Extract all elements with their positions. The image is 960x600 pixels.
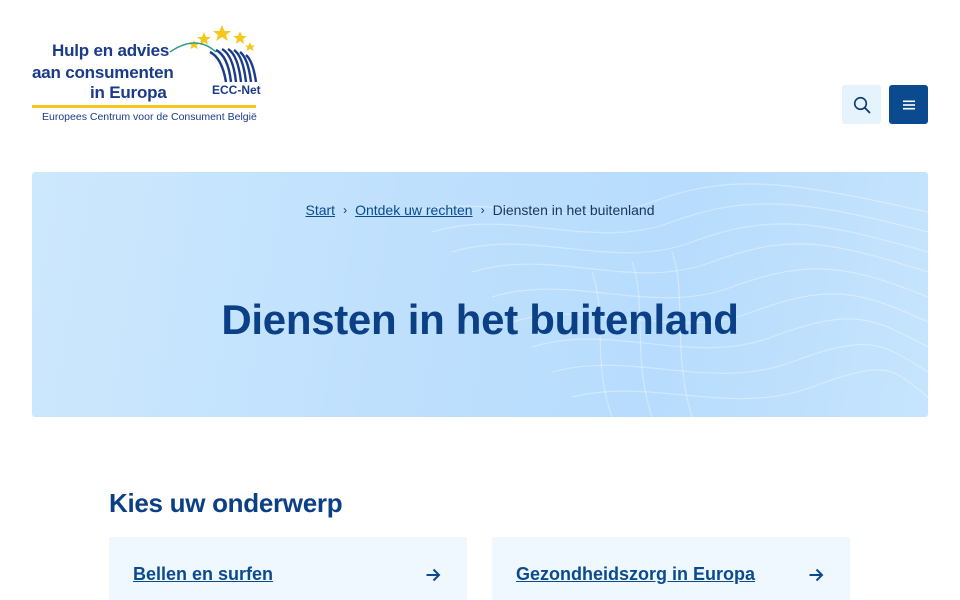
- search-icon: [853, 96, 870, 113]
- site-logo[interactable]: Hulp en advies aan consumenten in Europa…: [30, 22, 261, 128]
- chevron-right-icon: ›: [343, 203, 348, 217]
- logo-subtitle: Europees Centrum voor de Consument Belgi…: [42, 111, 257, 123]
- breadcrumb: Start › Ontdek uw rechten › Diensten in het …: [32, 202, 928, 218]
- page-title: Diensten in het buitenland: [221, 296, 739, 343]
- breadcrumb-current: Diensten in het buitenland: [492, 202, 655, 218]
- arrow-right-icon: [426, 568, 441, 582]
- chevron-right-icon: ›: [480, 203, 485, 217]
- logo-divider: [32, 105, 256, 108]
- topic-card-gezondheidszorg-in-europa[interactable]: Gezondheidszorg in Europa: [492, 537, 850, 600]
- site-header: Hulp en advies aan consumenten in Europa…: [0, 0, 960, 150]
- search-button[interactable]: [842, 85, 881, 124]
- arrow-right-icon: [809, 568, 824, 582]
- menu-button[interactable]: [889, 85, 928, 124]
- ecc-net-logo-icon: [169, 25, 258, 83]
- hamburger-menu-icon: [902, 100, 915, 109]
- logo-text-line-3: in Europa: [90, 83, 167, 102]
- hero-banner: Start › Ontdek uw rechten › Diensten in het …: [32, 172, 928, 417]
- logo-network-name: ECC-Net: [212, 83, 261, 97]
- topic-card-label[interactable]: Gezondheidszorg in Europa: [516, 564, 755, 585]
- topics-heading: Kies uw onderwerp: [109, 488, 343, 518]
- logo-text-line-1: Hulp en advies: [52, 41, 170, 60]
- topic-card-bellen-en-surfen[interactable]: Bellen en surfen: [109, 537, 467, 600]
- topic-card-label[interactable]: Bellen en surfen: [133, 564, 273, 585]
- logo-text-line-2: aan consumenten: [32, 63, 174, 82]
- breadcrumb-link-ontdek-uw-rechten[interactable]: Ontdek uw rechten: [355, 202, 473, 218]
- breadcrumb-link-start[interactable]: Start: [306, 202, 336, 218]
